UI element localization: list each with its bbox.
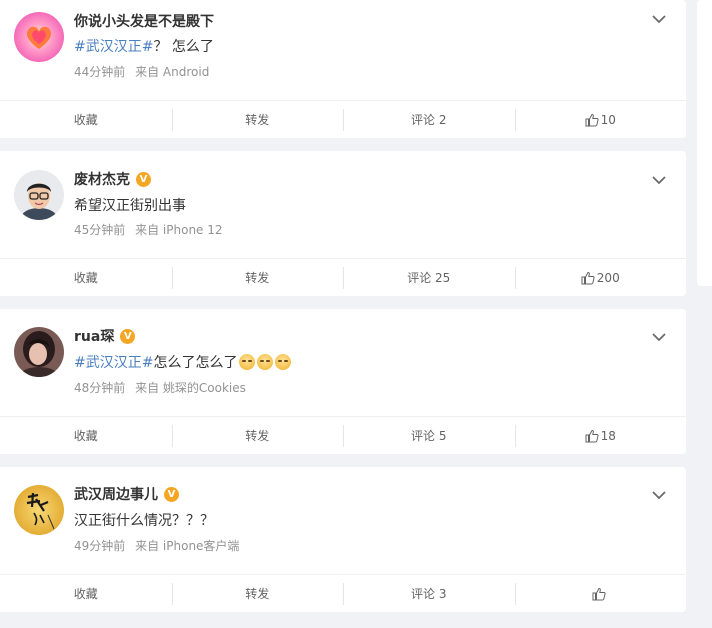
thumbs-up-icon — [592, 587, 606, 600]
like-count: 18 — [600, 428, 616, 443]
right-sidebar — [697, 0, 712, 286]
like-button[interactable]: 10 — [514, 108, 687, 131]
author-name[interactable]: 废材杰克 — [74, 169, 130, 189]
post-card: 你说小头发是不是殿下 #武汉汉正# ？ 怎么了 44分钟前 来自 Android… — [0, 0, 686, 138]
chevron-down-icon[interactable] — [652, 490, 666, 500]
like-button[interactable]: 200 — [514, 266, 687, 289]
comment-button[interactable]: 评论 25 — [343, 266, 515, 289]
repost-button[interactable]: 转发 — [171, 582, 344, 605]
collect-button[interactable]: 收藏 — [0, 109, 172, 131]
post-time[interactable]: 49分钟前 — [74, 539, 125, 553]
thumbs-up-icon — [585, 429, 599, 442]
collect-button[interactable]: 收藏 — [0, 583, 172, 605]
post-card: 废材杰克 V 希望汉正街别出事 45分钟前 来自 iPhone 12 收藏 转发… — [0, 151, 686, 296]
thumbs-up-icon — [585, 113, 599, 126]
thumbs-up-icon — [581, 271, 595, 284]
author-name[interactable]: 武汉周边事儿 — [74, 484, 158, 504]
topic-link[interactable]: #武汉汉正# — [74, 36, 153, 56]
post-source: 来自 Android — [135, 65, 210, 79]
repost-button[interactable]: 转发 — [171, 266, 344, 289]
emoji-icon — [275, 354, 292, 370]
emoji-icon — [239, 354, 256, 370]
chevron-down-icon[interactable] — [652, 175, 666, 185]
post-card: 武汉周边事儿 V 汉正街什么情况？？？ 49分钟前 来自 iPhone客户端 收… — [0, 467, 686, 612]
like-count: 10 — [600, 112, 616, 127]
comment-button[interactable]: 评论 3 — [343, 582, 515, 605]
action-bar: 收藏 转发 评论 25 200 — [0, 258, 686, 296]
emoji-icon — [257, 354, 274, 370]
post-meta: 48分钟前 来自 姚琛的Cookies — [74, 379, 246, 396]
action-bar: 收藏 转发 评论 3 — [0, 574, 686, 612]
post-meta: 49分钟前 来自 iPhone客户端 — [74, 537, 239, 554]
verified-badge-icon: V — [120, 328, 136, 344]
post-meta: 44分钟前 来自 Android — [74, 63, 209, 80]
post-card: rua琛 V #武汉汉正# 怎么了怎么了 48分钟前 来自 姚琛的Cookies… — [0, 309, 686, 454]
comment-button[interactable]: 评论 5 — [343, 424, 515, 447]
action-bar: 收藏 转发 评论 5 18 — [0, 416, 686, 454]
verified-badge-icon: V — [136, 171, 151, 187]
verified-badge-icon: V — [164, 486, 179, 502]
topic-link[interactable]: #武汉汉正# — [74, 352, 153, 372]
author-name[interactable]: rua琛 — [74, 326, 114, 346]
author-name[interactable]: 你说小头发是不是殿下 — [74, 11, 214, 31]
like-button[interactable]: 18 — [514, 424, 687, 447]
chevron-down-icon[interactable] — [652, 332, 666, 342]
avatar[interactable] — [14, 485, 64, 535]
post-time[interactable]: 44分钟前 — [74, 65, 125, 79]
avatar[interactable] — [14, 12, 64, 62]
avatar[interactable] — [14, 170, 64, 220]
action-bar: 收藏 转发 评论 2 10 — [0, 100, 686, 138]
post-text: #武汉汉正# ？ 怎么了 — [74, 36, 214, 56]
post-text: 汉正街什么情况？？？ — [74, 513, 214, 529]
collect-button[interactable]: 收藏 — [0, 267, 172, 289]
post-source: 来自 iPhone 12 — [135, 223, 223, 237]
collect-button[interactable]: 收藏 — [0, 425, 172, 447]
like-count: 200 — [596, 270, 620, 285]
post-text: 希望汉正街别出事 — [74, 198, 186, 214]
chevron-down-icon[interactable] — [652, 14, 666, 24]
post-text: #武汉汉正# 怎么了怎么了 — [74, 352, 292, 372]
avatar[interactable] — [14, 327, 64, 377]
post-time[interactable]: 45分钟前 — [74, 223, 125, 237]
post-source: 来自 iPhone客户端 — [135, 539, 240, 553]
repost-button[interactable]: 转发 — [171, 424, 344, 447]
repost-button[interactable]: 转发 — [171, 108, 344, 131]
post-time[interactable]: 48分钟前 — [74, 381, 125, 395]
post-source: 来自 姚琛的Cookies — [135, 381, 246, 395]
comment-button[interactable]: 评论 2 — [343, 108, 515, 131]
like-button[interactable] — [514, 582, 687, 605]
post-meta: 45分钟前 来自 iPhone 12 — [74, 221, 223, 238]
